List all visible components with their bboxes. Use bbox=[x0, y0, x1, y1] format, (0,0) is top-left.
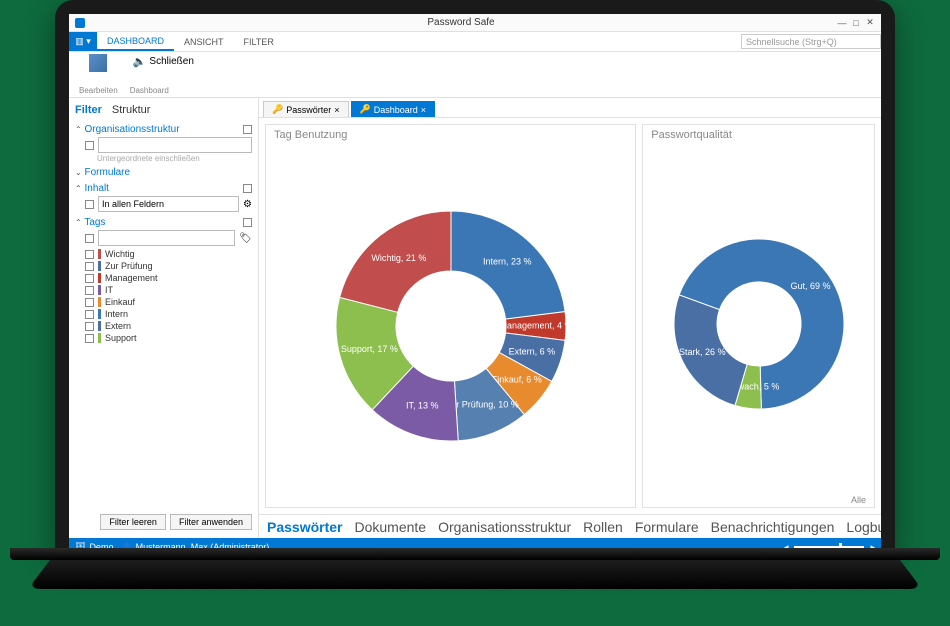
nav-item[interactable]: Rollen bbox=[583, 519, 623, 535]
slice-label: Gut, 69 % bbox=[790, 281, 830, 291]
tags-toggle-checkbox[interactable] bbox=[243, 218, 252, 227]
sidebar-tab-filter[interactable]: Filter bbox=[75, 104, 102, 116]
slice-label: IT, 13 % bbox=[406, 400, 439, 410]
chevron-right-icon: ⌄ bbox=[75, 168, 82, 177]
org-checkbox[interactable] bbox=[85, 141, 94, 150]
tags-checkbox[interactable] bbox=[85, 234, 94, 243]
ribbon-group-edit: Bearbeiten bbox=[79, 86, 118, 95]
tag-icon[interactable]: 🏷 bbox=[239, 233, 252, 244]
nav-item[interactable]: Passwörter bbox=[267, 519, 342, 535]
chart-panel-tag-usage: Tag Benutzung Intern, 23 % Management, 4 … bbox=[265, 124, 636, 508]
ribbon-group-dashboard: Dashboard bbox=[130, 86, 169, 95]
key-icon: 🔑 bbox=[360, 104, 371, 115]
doc-tab-passwoerter[interactable]: 🔑 Passwörter × bbox=[263, 101, 349, 117]
tab-dashboard[interactable]: DASHBOARD bbox=[97, 32, 174, 51]
tag-checkbox[interactable] bbox=[85, 310, 94, 319]
slice-label: Zur Prüfung, 10 % bbox=[445, 399, 518, 409]
chart-panel-password-quality: Passwortqualität Gut, 69 %Schwach, 5 %St… bbox=[642, 124, 875, 508]
window-titlebar: Password Safe — □ ✕ bbox=[69, 14, 881, 32]
filter-section-formulare[interactable]: ⌄ Formulare bbox=[75, 166, 252, 179]
filter-section-org[interactable]: ⌃ Organisationsstruktur bbox=[75, 123, 252, 136]
doc-tab-dashboard[interactable]: 🔑 Dashboard × bbox=[351, 101, 436, 117]
slice-label: Intern, 23 % bbox=[483, 257, 532, 267]
nav-item[interactable]: Dokumente bbox=[354, 519, 426, 535]
nav-item[interactable]: Logbuch bbox=[846, 519, 881, 535]
window-title: Password Safe bbox=[427, 17, 494, 28]
app-icon bbox=[75, 18, 85, 28]
tab-ansicht[interactable]: ANSICHT bbox=[174, 32, 234, 51]
ribbon: Bearbeiten 🔈 Schließen Dashboard bbox=[69, 52, 881, 98]
apply-filter-button[interactable]: Filter anwenden bbox=[170, 514, 252, 530]
chart-title: Passwortqualität bbox=[643, 125, 874, 145]
tag-item[interactable]: Management bbox=[85, 272, 252, 284]
inhalt-checkbox[interactable] bbox=[85, 200, 94, 209]
inhalt-toggle-checkbox[interactable] bbox=[243, 184, 252, 193]
close-icon[interactable]: × bbox=[421, 105, 426, 115]
chevron-down-icon: ⌃ bbox=[75, 125, 82, 134]
tag-item[interactable]: Support bbox=[85, 332, 252, 344]
tag-item[interactable]: Zur Prüfung bbox=[85, 260, 252, 272]
quicksearch-input[interactable]: Schnellsuche (Strg+Q) bbox=[741, 34, 881, 49]
speaker-close-icon: 🔈 bbox=[133, 55, 147, 68]
edit-icon bbox=[89, 54, 107, 72]
tag-checkbox[interactable] bbox=[85, 274, 94, 283]
tag-item[interactable]: Intern bbox=[85, 308, 252, 320]
org-sub-hint: Untergeordnete einschließen bbox=[97, 154, 252, 163]
tag-checkbox[interactable] bbox=[85, 250, 94, 259]
slice-label: Management, 4 % bbox=[499, 320, 572, 330]
tag-item[interactable]: Extern bbox=[85, 320, 252, 332]
tag-checkbox[interactable] bbox=[85, 286, 94, 295]
tag-checkbox[interactable] bbox=[85, 262, 94, 271]
edit-button[interactable] bbox=[89, 54, 107, 72]
nav-item[interactable]: Organisationsstruktur bbox=[438, 519, 571, 535]
app-menu-button[interactable]: ▥ ▾ bbox=[69, 32, 97, 51]
close-icon[interactable]: × bbox=[334, 105, 339, 115]
maximize-button[interactable]: □ bbox=[851, 18, 861, 28]
minimize-button[interactable]: — bbox=[837, 18, 847, 28]
close-button[interactable]: ✕ bbox=[865, 18, 875, 28]
ribbon-tabs: ▥ ▾ DASHBOARD ANSICHT FILTER Schnellsuch… bbox=[69, 32, 881, 52]
org-input[interactable] bbox=[98, 137, 252, 153]
chevron-down-icon: ⌃ bbox=[75, 218, 82, 227]
close-dashboard-button[interactable]: 🔈 Schließen bbox=[130, 54, 197, 69]
slice-label: Support, 17 % bbox=[340, 344, 397, 354]
filter-sidebar: Filter Struktur ⌃ Organisationsstruktur … bbox=[69, 98, 259, 538]
gear-icon[interactable]: ⚙ bbox=[243, 199, 252, 210]
tag-checkbox[interactable] bbox=[85, 298, 94, 307]
tag-item[interactable]: Einkauf bbox=[85, 296, 252, 308]
tag-item[interactable]: Wichtig bbox=[85, 248, 252, 260]
clear-filter-button[interactable]: Filter leeren bbox=[100, 514, 166, 530]
close-label: Schließen bbox=[149, 56, 193, 67]
tab-filter[interactable]: FILTER bbox=[234, 32, 284, 51]
slice-label: Extern, 6 % bbox=[508, 347, 555, 357]
tags-input[interactable] bbox=[98, 230, 235, 246]
tag-checkbox[interactable] bbox=[85, 334, 94, 343]
tag-checkbox[interactable] bbox=[85, 322, 94, 331]
tag-item[interactable]: IT bbox=[85, 284, 252, 296]
slice-label: Stark, 26 % bbox=[679, 347, 726, 357]
org-toggle-checkbox[interactable] bbox=[243, 125, 252, 134]
sidebar-tab-struktur[interactable]: Struktur bbox=[112, 104, 151, 116]
chevron-down-icon: ⌃ bbox=[75, 184, 82, 193]
document-tabs: 🔑 Passwörter × 🔑 Dashboard × bbox=[259, 98, 881, 118]
chart-footer: Alle bbox=[643, 493, 874, 507]
nav-item[interactable]: Formulare bbox=[635, 519, 699, 535]
slice-label: Wichtig, 21 % bbox=[371, 253, 426, 263]
filter-section-inhalt[interactable]: ⌃ Inhalt bbox=[75, 182, 252, 195]
nav-item[interactable]: Benachrichtigungen bbox=[711, 519, 835, 535]
filter-section-tags[interactable]: ⌃ Tags bbox=[75, 216, 252, 229]
chart-title: Tag Benutzung bbox=[266, 125, 635, 145]
module-nav: Passwörter Dokumente Organisationsstruktur… bbox=[259, 514, 881, 538]
key-icon: 🔑 bbox=[272, 104, 283, 115]
inhalt-input[interactable] bbox=[98, 196, 239, 212]
